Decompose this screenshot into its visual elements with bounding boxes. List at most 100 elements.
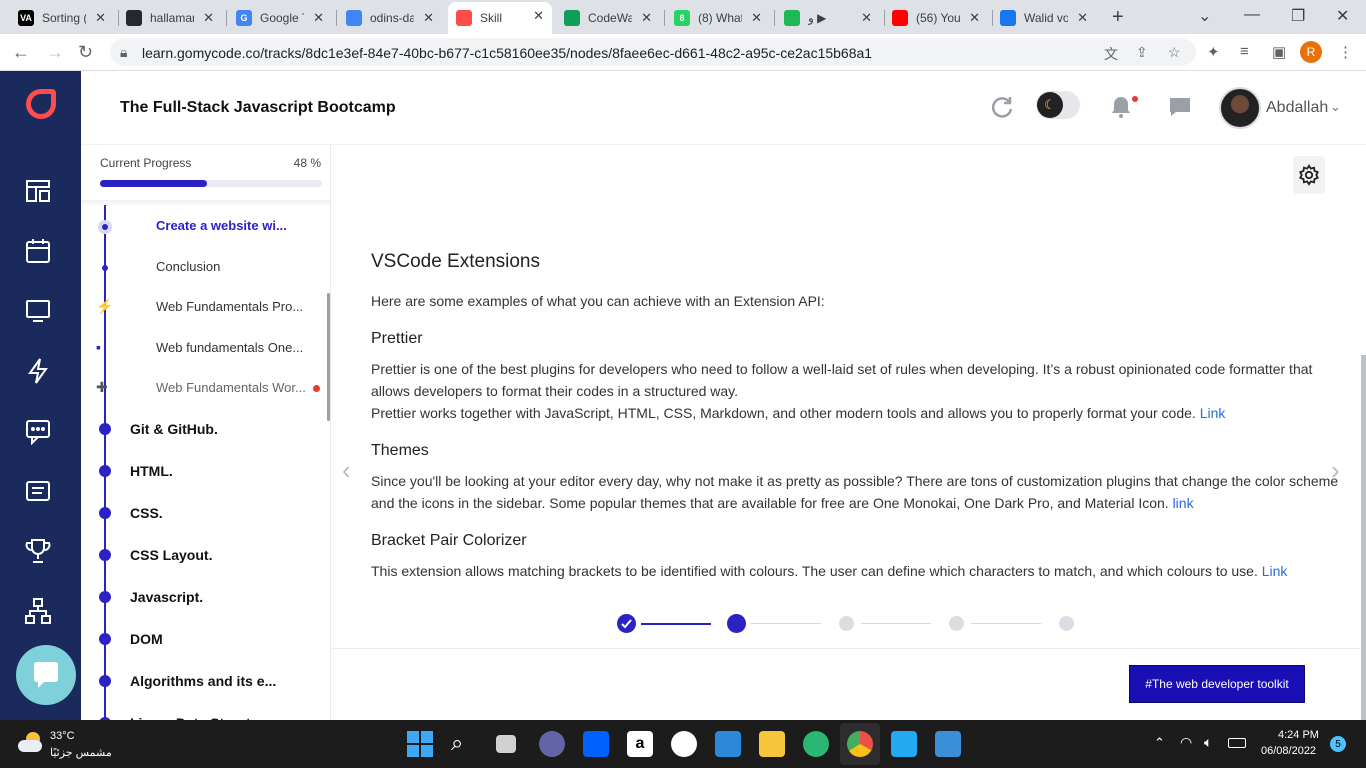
support-chat-button[interactable] (16, 645, 76, 705)
external-link[interactable]: Link (1200, 405, 1226, 421)
tab-close-icon[interactable]: ✕ (751, 10, 762, 26)
tab-close-icon[interactable]: ✕ (423, 10, 434, 26)
volume-icon[interactable]: 🔈︎ (1204, 734, 1212, 751)
lightning-icon[interactable] (24, 357, 52, 385)
step-indicator[interactable] (727, 614, 746, 633)
browser-tab[interactable]: CodeWa ✕ (556, 4, 660, 32)
tab-close-icon[interactable]: ✕ (861, 10, 872, 26)
dropbox-icon[interactable] (583, 731, 609, 757)
step-indicator[interactable] (949, 616, 964, 631)
tab-close-icon[interactable]: ✕ (641, 10, 652, 26)
calendar-icon[interactable] (24, 237, 52, 265)
step-indicator[interactable] (839, 616, 854, 631)
user-name[interactable]: Abdallah (1266, 99, 1328, 117)
address-bar[interactable]: 🔒︎ learn.gomycode.co/tracks/8dc1e3ef-84e… (110, 38, 1196, 66)
sidebar-module-item[interactable]: CSS. (130, 505, 163, 521)
weather-description[interactable]: مشمس جزئيًا (50, 746, 112, 759)
external-link[interactable]: link (1173, 495, 1194, 511)
reading-list-icon[interactable]: ≡ (1240, 43, 1249, 60)
sidebar-lesson-item[interactable]: Web Fundamentals Pro... (156, 299, 303, 314)
photos-icon[interactable] (935, 731, 961, 757)
tab-close-icon[interactable]: ✕ (203, 10, 214, 26)
sidebar-module-item[interactable]: Algorithms and its e... (130, 673, 276, 689)
dashboard-icon[interactable] (24, 177, 52, 205)
extensions-icon[interactable]: ✦ (1207, 43, 1220, 61)
chrome-menu-icon[interactable]: ⋮ (1338, 43, 1353, 61)
chat-icon[interactable] (24, 417, 52, 445)
chevron-down-icon[interactable]: ⌄ (1330, 99, 1341, 115)
reload-icon[interactable]: ↻ (78, 42, 93, 63)
sidebar-module-item[interactable]: DOM (130, 631, 163, 647)
notification-bell-icon[interactable] (1109, 95, 1133, 119)
gomycode-logo[interactable] (26, 89, 56, 119)
restore-icon[interactable]: ❐ (1291, 6, 1305, 26)
sidebar-lesson-item[interactable]: Web Fundamentals Wor... (156, 380, 306, 395)
weather-temperature[interactable]: 33°C (50, 730, 75, 742)
trophy-icon[interactable] (24, 537, 52, 565)
new-tab-icon[interactable]: + (1112, 6, 1124, 29)
browser-tab[interactable]: 8 (8) What ✕ (666, 4, 770, 32)
weather-icon[interactable] (18, 732, 42, 754)
minimize-icon[interactable]: — (1244, 6, 1260, 24)
user-avatar[interactable] (1219, 87, 1261, 129)
browser-tab[interactable]: Skill ✕ (448, 2, 552, 34)
lock-icon[interactable]: 🔒︎ (120, 44, 127, 61)
sidebar-lesson-item[interactable]: Create a website wi... (156, 218, 287, 233)
messages-icon[interactable] (1168, 95, 1192, 119)
page-scrollbar[interactable] (1361, 355, 1366, 720)
url-text[interactable]: learn.gomycode.co/tracks/8dc1e3ef-84e7-4… (142, 45, 872, 61)
tray-chevron-icon[interactable]: ⌃ (1154, 735, 1165, 751)
browser-tab[interactable]: Walid vo ✕ (992, 4, 1096, 32)
browser-tab[interactable]: odins-da ✕ (338, 4, 442, 32)
sidebar-module-item[interactable]: Git & GitHub. (130, 421, 218, 437)
teams-chat-icon[interactable] (539, 731, 565, 757)
close-window-icon[interactable]: ✕ (1336, 6, 1349, 26)
hierarchy-icon[interactable] (24, 597, 52, 625)
tab-close-icon[interactable]: ✕ (95, 10, 106, 26)
browser-tab[interactable]: VA Sorting (✕ (10, 4, 114, 32)
sidebar-lesson-item[interactable]: Conclusion (156, 259, 220, 274)
amazon-icon[interactable]: a (627, 731, 653, 757)
clock-time[interactable]: 4:24 PM (1278, 729, 1319, 741)
bookmark-star-icon[interactable]: ☆ (1168, 44, 1181, 61)
topic-tag-button[interactable]: #The web developer toolkit (1129, 665, 1305, 703)
laptop-icon[interactable] (24, 297, 52, 325)
dark-mode-toggle[interactable]: ☾ (1036, 91, 1080, 119)
step-indicator[interactable] (1059, 616, 1074, 631)
share-icon[interactable]: ⇪ (1136, 44, 1148, 61)
tab-close-icon[interactable]: ✕ (969, 10, 980, 26)
previous-arrow-icon[interactable]: ‹ (342, 455, 351, 486)
tab-close-icon[interactable]: ✕ (1077, 10, 1088, 26)
clock-date[interactable]: 06/08/2022 (1261, 745, 1316, 757)
forward-icon[interactable]: → (46, 42, 64, 63)
refresh-icon[interactable] (989, 94, 1015, 120)
profile-avatar[interactable]: R (1300, 41, 1322, 63)
sidebar-scrollbar[interactable] (327, 293, 330, 421)
sidebar-module-item[interactable]: HTML. (130, 463, 173, 479)
wifi-icon[interactable]: ◠ (1180, 734, 1192, 751)
document-icon[interactable] (24, 477, 52, 505)
back-icon[interactable]: ← (12, 42, 30, 63)
translate-icon[interactable]: 文 (1104, 44, 1118, 64)
browser-tab[interactable]: (56) You ✕ (884, 4, 988, 32)
start-icon[interactable] (407, 731, 433, 757)
sidebar-lesson-item[interactable]: Web fundamentals One... (156, 340, 303, 355)
tab-close-icon[interactable]: ✕ (313, 10, 324, 26)
vscode-icon[interactable] (891, 731, 917, 757)
browser-tab[interactable]: G Google T ✕ (228, 4, 332, 32)
side-panel-icon[interactable]: ▣ (1272, 43, 1286, 61)
external-link[interactable]: Link (1262, 563, 1288, 579)
notification-count-badge[interactable]: 5 (1330, 736, 1346, 752)
file-explorer-icon[interactable] (759, 731, 785, 757)
browser-tab[interactable]: hallamar ✕ (118, 4, 222, 32)
edge-icon[interactable] (803, 731, 829, 757)
sidebar-module-item[interactable]: CSS Layout. (130, 547, 212, 563)
mail-icon[interactable] (715, 731, 741, 757)
sidebar-module-item[interactable]: Javascript. (130, 589, 203, 605)
app-icon[interactable] (671, 731, 697, 757)
tab-search-icon[interactable]: ⌄ (1198, 6, 1211, 26)
step-indicator[interactable] (617, 614, 636, 633)
battery-icon[interactable] (1228, 738, 1246, 748)
browser-tab[interactable]: و ▶ ✕ (776, 4, 880, 32)
tab-close-icon[interactable]: ✕ (533, 8, 544, 24)
